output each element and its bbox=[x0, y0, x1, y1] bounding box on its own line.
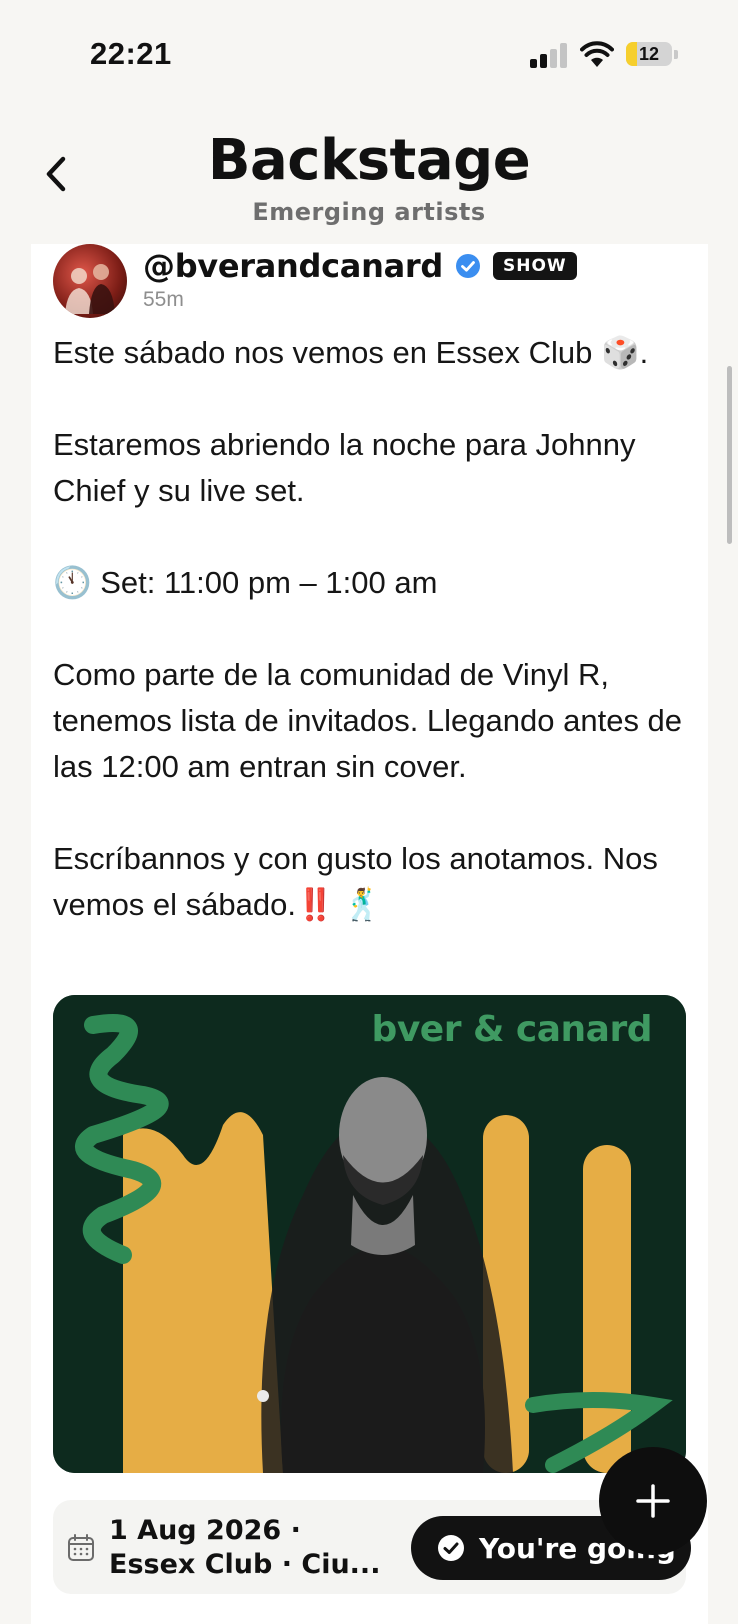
post-card: @bverandcanard SHOW 55m Este sábado nos … bbox=[31, 244, 708, 1624]
page-title: Backstage bbox=[207, 128, 531, 193]
avatar[interactable] bbox=[53, 244, 127, 318]
status-bar: 22:21 12 bbox=[0, 0, 738, 110]
scrollbar[interactable] bbox=[727, 366, 732, 544]
post-timestamp: 55m bbox=[143, 288, 184, 311]
verified-badge-icon bbox=[455, 254, 480, 278]
page-subtitle: Emerging artists bbox=[252, 198, 486, 226]
battery-level: 12 bbox=[638, 44, 660, 64]
page-header: Backstage Emerging artists bbox=[0, 120, 738, 230]
event-date: 1 Aug 2026 · bbox=[109, 1515, 301, 1546]
event-venue: Essex Club · Ciu... bbox=[109, 1549, 379, 1580]
status-time: 22:21 bbox=[90, 36, 172, 71]
event-details: 1 Aug 2026 · Essex Club · Ciu... bbox=[109, 1514, 379, 1582]
event-info-bar[interactable]: 1 Aug 2026 · Essex Club · Ciu... You're … bbox=[53, 1500, 691, 1594]
wifi-icon bbox=[580, 41, 614, 67]
post-image[interactable]: bver & canard bbox=[53, 995, 686, 1473]
check-circle-icon bbox=[438, 1535, 464, 1561]
show-badge: SHOW bbox=[492, 252, 577, 280]
post-author-row: @bverandcanard SHOW bbox=[143, 246, 577, 286]
battery-icon: 12 bbox=[626, 42, 672, 66]
create-post-button[interactable] bbox=[599, 1447, 707, 1555]
plus-icon bbox=[636, 1484, 670, 1518]
poster-brand-text: bver & canard bbox=[371, 1009, 653, 1050]
cellular-signal-icon bbox=[530, 42, 567, 68]
author-handle[interactable]: @bverandcanard bbox=[143, 247, 443, 285]
post-body: Este sábado nos vemos en Essex Club 🎲. E… bbox=[53, 335, 683, 922]
event-poster-graphic bbox=[53, 995, 686, 1473]
calendar-icon bbox=[68, 1534, 94, 1561]
